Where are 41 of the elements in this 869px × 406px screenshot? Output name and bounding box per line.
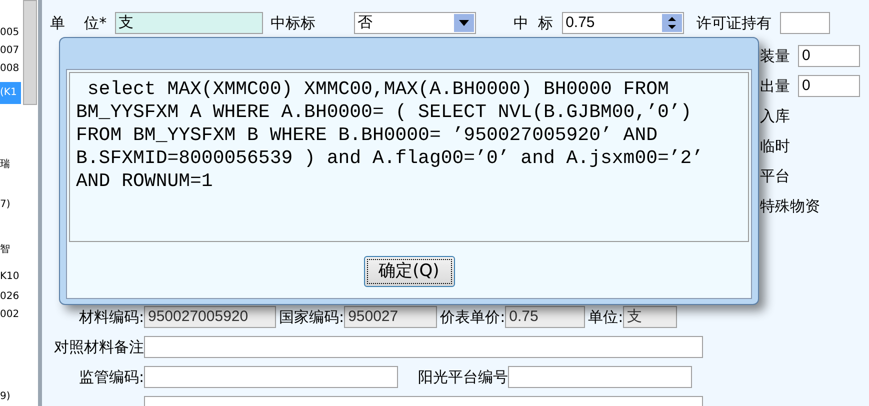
- list-item[interactable]: K10: [0, 266, 21, 288]
- list-item[interactable]: 7): [0, 194, 21, 216]
- checkbox-label: 平台: [760, 166, 790, 187]
- list-item[interactable]: 智: [0, 239, 21, 261]
- text-field[interactable]: 950027005920: [144, 306, 276, 328]
- text-field[interactable]: 0.75: [505, 306, 586, 328]
- checkbox-label: 临时: [760, 136, 790, 157]
- list-item[interactable]: 瑞: [0, 154, 21, 176]
- bid-flag-select[interactable]: 否: [354, 12, 476, 34]
- checkbox-label: 入库: [760, 106, 790, 127]
- field-label: 中 标: [514, 13, 554, 34]
- field-label: 出量: [760, 76, 790, 97]
- text-field[interactable]: 950027: [344, 306, 438, 328]
- field-label: 单位:: [588, 307, 624, 328]
- field-label: 单 位*: [50, 13, 107, 34]
- spinner-value: 0.75: [566, 13, 595, 33]
- text-field[interactable]: [144, 366, 398, 388]
- field-label: 监管编码:: [78, 367, 144, 388]
- unit-field[interactable]: 支: [114, 12, 263, 34]
- field-label: 装量: [760, 46, 790, 67]
- field-label: 材料编码:: [78, 307, 144, 328]
- bid-price-spinner[interactable]: 0.75: [562, 12, 684, 34]
- scrollbar[interactable]: [23, 0, 37, 105]
- text-field[interactable]: [144, 336, 703, 358]
- checkbox-label: 特殊物资: [760, 196, 820, 217]
- number-field[interactable]: 0: [798, 75, 860, 97]
- field-label: 国家编码:: [279, 307, 344, 328]
- ok-button[interactable]: 确定(Q): [364, 256, 454, 287]
- number-field[interactable]: 0: [798, 45, 860, 67]
- field-label: 阳光平台编号: [418, 367, 508, 388]
- field-label: 中标标: [270, 13, 317, 34]
- text-field[interactable]: 支: [623, 306, 678, 328]
- license-field[interactable]: [780, 12, 830, 34]
- field-label: 许可证持有: [696, 13, 772, 34]
- message-text: select MAX(XMMC00) XMMC00,MAX(A.BH0000) BH0000 FROM BM_YYSFXM A WHERE A.BH0000= ( SELECT NVL(B.GJBM00,’0’) FROM BM_YYSFXM B WHERE B.BH0000= ’950027005920’ AND B.SFXMID=8000056539 ) and A.flag00=’0’ and A.jsxm00=’2’ AND ROWNUM=1: [76, 78, 704, 193]
- select-value: 否: [358, 13, 373, 33]
- spin-arrows-icon[interactable]: [662, 14, 682, 32]
- field-label: 价表单价:: [440, 307, 506, 328]
- text-field[interactable]: [508, 366, 692, 388]
- field-label: 对照材料备注: [53, 337, 144, 358]
- list-item[interactable]: 9): [0, 386, 21, 406]
